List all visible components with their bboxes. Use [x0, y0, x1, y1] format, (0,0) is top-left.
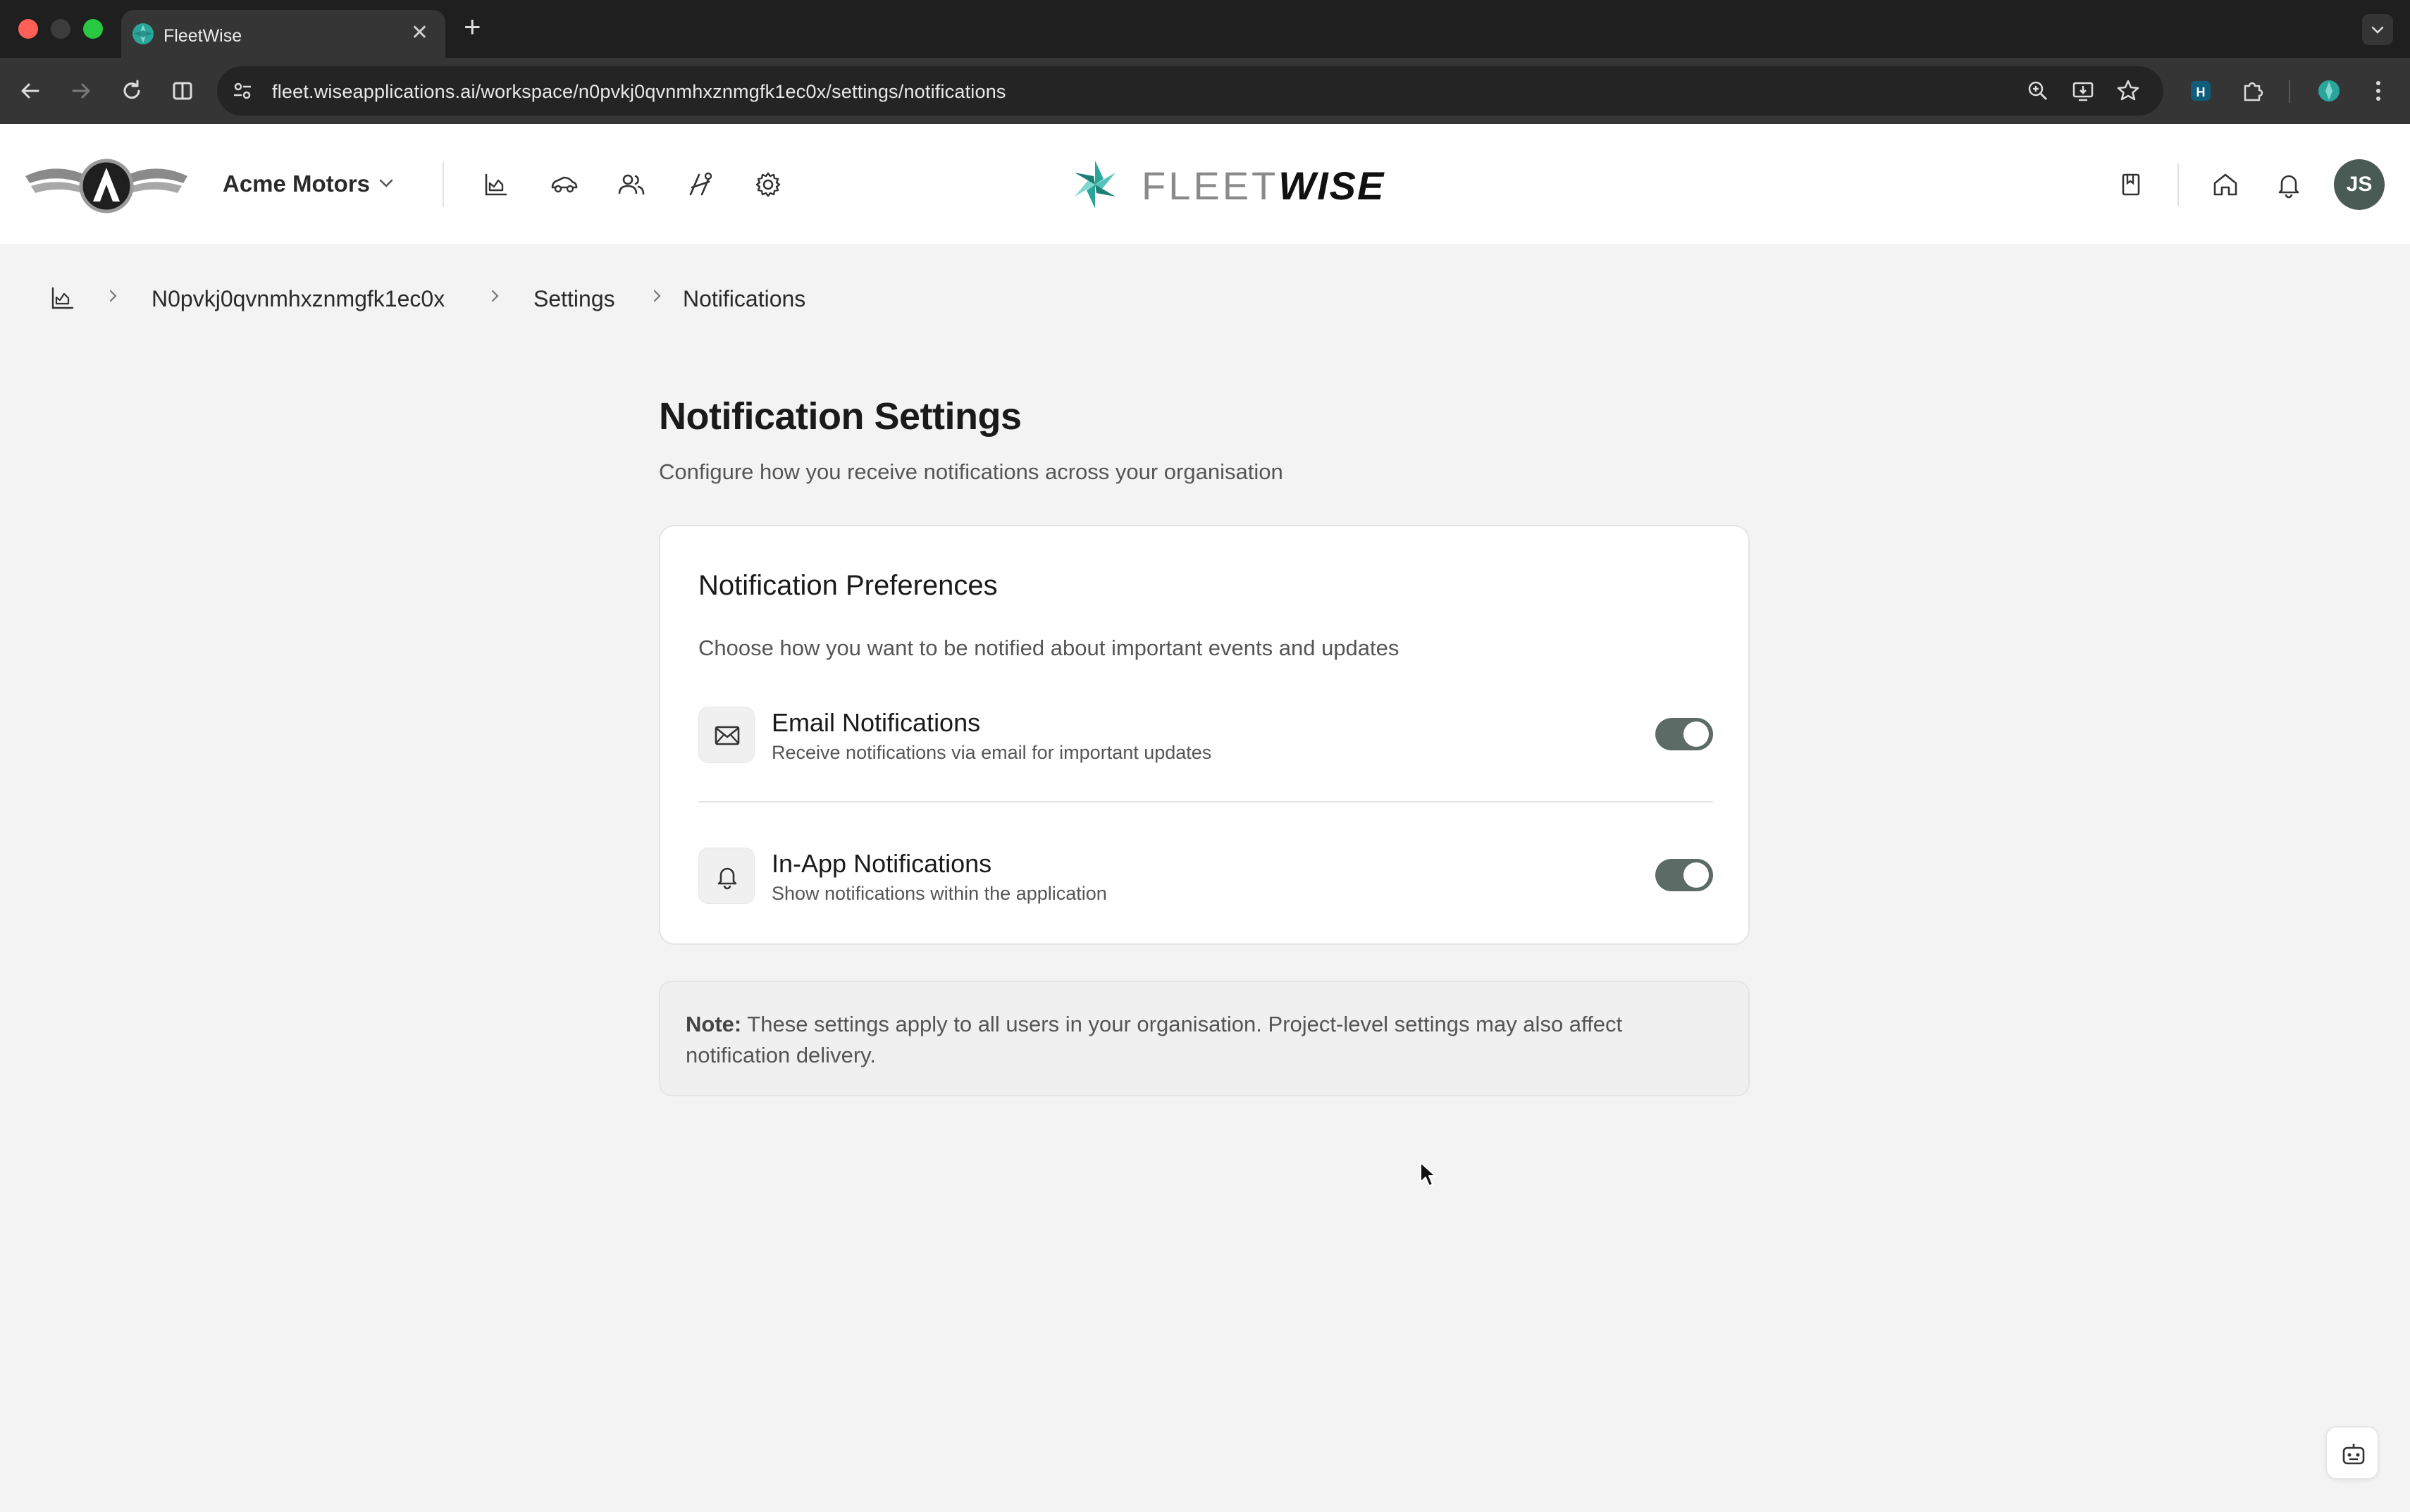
- note-text: Note: These settings apply to all users …: [686, 1009, 1722, 1071]
- extension-h-icon[interactable]: H: [2185, 75, 2217, 107]
- chevron-down-icon[interactable]: [376, 173, 396, 193]
- bookmark-icon[interactable]: [2115, 169, 2146, 200]
- tab-title: FleetWise: [163, 26, 242, 46]
- avatar[interactable]: JS: [2334, 159, 2385, 210]
- in-app-notifications-toggle[interactable]: [1655, 859, 1713, 891]
- toolbar-divider: [2289, 80, 2290, 103]
- in-app-notifications-row: In-App Notifications Show notifications …: [698, 848, 1713, 911]
- forward-icon[interactable]: [65, 75, 97, 107]
- assistant-chat-button[interactable]: [2325, 1426, 2379, 1480]
- tab-search-button[interactable]: [2362, 14, 2393, 45]
- toggle-knob: [1683, 721, 1709, 747]
- fleetwise-logo-icon[interactable]: [1067, 156, 1123, 213]
- breadcrumb-notifications: Notifications: [683, 286, 806, 311]
- chevron-right-icon: [491, 290, 499, 302]
- reload-icon[interactable]: [116, 75, 148, 107]
- browser-menu-icon[interactable]: [2362, 75, 2394, 107]
- zoom-icon[interactable]: [2025, 78, 2051, 104]
- install-app-icon[interactable]: [2070, 78, 2096, 104]
- notification-preferences-card: Notification Preferences Choose how you …: [659, 525, 1750, 945]
- chevron-right-icon: [109, 290, 117, 302]
- bookmark-star-icon[interactable]: [2115, 78, 2141, 104]
- extensions-puzzle-icon[interactable]: [2237, 75, 2269, 107]
- header-divider: [443, 162, 444, 207]
- users-icon[interactable]: [616, 169, 647, 200]
- chevron-down-icon: [2371, 26, 2384, 34]
- address-bar[interactable]: fleet.wiseapplications.ai/workspace/n0pv…: [217, 66, 2163, 116]
- settings-icon[interactable]: [753, 169, 784, 200]
- email-notifications-toggle[interactable]: [1655, 718, 1713, 750]
- wordmark-wise: WISE: [1278, 163, 1385, 208]
- pref-title: Email Notifications: [772, 708, 981, 737]
- vehicle-icon[interactable]: [548, 169, 579, 200]
- chevron-right-icon: [653, 290, 661, 302]
- browser-toolbar: fleet.wiseapplications.ai/workspace/n0pv…: [0, 58, 2410, 124]
- split-view-icon[interactable]: [166, 75, 199, 107]
- fleetwise-extension-icon[interactable]: [2313, 75, 2345, 107]
- header-divider: [2177, 163, 2179, 206]
- home-icon[interactable]: [2210, 169, 2241, 200]
- browser-tab-bar: FleetWise ✕ +: [0, 0, 2410, 58]
- fleetwise-favicon-icon: [132, 23, 154, 44]
- site-info-icon[interactable]: [230, 78, 255, 104]
- pref-description: Receive notifications via email for impo…: [772, 742, 1212, 763]
- tab-close-icon[interactable]: ✕: [411, 21, 428, 45]
- new-tab-button[interactable]: +: [464, 11, 481, 42]
- breadcrumb-settings[interactable]: Settings: [533, 286, 615, 312]
- acme-motors-logo[interactable]: [25, 155, 187, 214]
- window-minimize-button[interactable]: [51, 19, 70, 39]
- card-title: Notification Preferences: [698, 570, 998, 601]
- org-name[interactable]: Acme Motors: [223, 171, 370, 197]
- mouse-pointer-icon: [1420, 1162, 1436, 1186]
- pref-description: Show notifications within the applicatio…: [772, 883, 1107, 904]
- url-text[interactable]: fleet.wiseapplications.ai/workspace/n0pv…: [272, 81, 1006, 103]
- row-divider: [698, 801, 1713, 803]
- mail-icon: [715, 726, 740, 745]
- page-subtitle: Configure how you receive notifications …: [659, 459, 1283, 484]
- toggle-knob: [1683, 862, 1709, 888]
- note-label: Note:: [686, 1012, 742, 1036]
- dashboard-icon[interactable]: [49, 285, 76, 311]
- wordmark-fleet: FLEET: [1142, 163, 1279, 208]
- email-icon-box: [698, 707, 755, 763]
- browser-tab-fleetwise[interactable]: FleetWise ✕: [121, 10, 445, 58]
- svg-text:H: H: [2196, 85, 2206, 99]
- note-body: These settings apply to all users in you…: [686, 1012, 1623, 1067]
- pref-title: In-App Notifications: [772, 849, 992, 878]
- robot-icon: [2342, 1444, 2365, 1465]
- app-header: Acme Motors FLEETWISE JS: [0, 124, 2410, 244]
- bell-icon[interactable]: [2273, 169, 2304, 200]
- page-title: Notification Settings: [659, 395, 1022, 438]
- dashboard-icon[interactable]: [481, 169, 512, 200]
- breadcrumb-workspace[interactable]: N0pvkj0qvnmhxznmgfk1ec0x: [152, 286, 445, 312]
- bell-icon-box: [698, 848, 755, 904]
- back-icon[interactable]: [14, 75, 47, 107]
- email-notifications-row: Email Notifications Receive notification…: [698, 707, 1713, 770]
- settings-note: Note: These settings apply to all users …: [659, 981, 1750, 1096]
- bell-icon: [717, 867, 737, 890]
- routes-icon[interactable]: [685, 169, 716, 200]
- card-description: Choose how you want to be notified about…: [698, 636, 1399, 660]
- window-maximize-button[interactable]: [83, 19, 103, 39]
- fleetwise-wordmark[interactable]: FLEETWISE: [1142, 163, 1385, 209]
- window-close-button[interactable]: [18, 19, 38, 39]
